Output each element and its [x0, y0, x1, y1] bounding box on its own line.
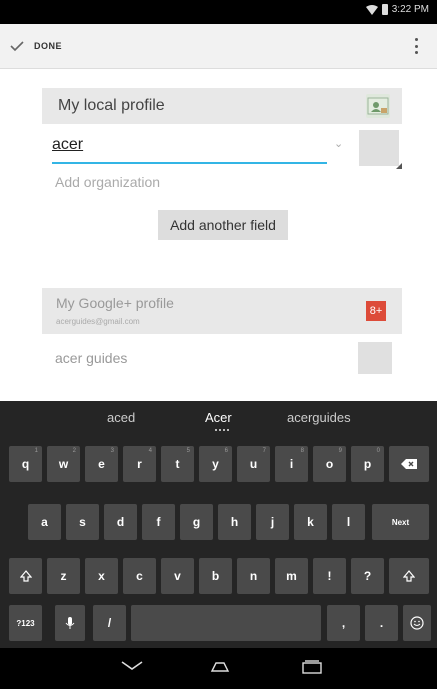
home-icon[interactable]: [210, 662, 230, 672]
battery-icon: [381, 4, 388, 15]
name-field-row: [42, 132, 327, 164]
key-i[interactable]: i8: [275, 446, 308, 482]
slash-key[interactable]: /: [93, 605, 126, 641]
shift-icon: [403, 570, 415, 582]
period-key[interactable]: .: [365, 605, 398, 641]
photo-corner-icon: [396, 163, 402, 169]
key-y[interactable]: y6: [199, 446, 232, 482]
second-account-photo[interactable]: [358, 342, 392, 374]
done-button[interactable]: DONE: [10, 24, 62, 68]
key-x[interactable]: x: [85, 558, 118, 594]
key-r[interactable]: r4: [123, 446, 156, 482]
expand-name-chevron-icon[interactable]: ⌄: [334, 137, 344, 150]
key-e[interactable]: e3: [85, 446, 118, 482]
key-l[interactable]: l: [332, 504, 365, 540]
more-suggestions-indicator: [215, 429, 229, 433]
suggestion-left[interactable]: aced: [107, 410, 135, 425]
symbols-key[interactable]: ?123: [9, 605, 42, 641]
name-field[interactable]: [52, 136, 322, 154]
google-profile-header: My Google+ profile acerguides@gmail.com …: [42, 288, 402, 334]
local-profile-header: My local profile: [42, 88, 402, 124]
check-icon: [10, 41, 24, 52]
navigation-bar: [0, 648, 437, 689]
shift-icon: [19, 570, 32, 582]
key-k[interactable]: k: [294, 504, 327, 540]
key-z[interactable]: z: [47, 558, 80, 594]
key-t[interactable]: t5: [161, 446, 194, 482]
back-chevron-icon[interactable]: [120, 660, 144, 672]
comma-key[interactable]: ,: [327, 605, 360, 641]
mic-key[interactable]: [55, 605, 85, 641]
mic-icon: [65, 617, 75, 629]
backspace-key[interactable]: [389, 446, 429, 482]
key-f[interactable]: f: [142, 504, 175, 540]
google-plus-icon: 8+: [366, 301, 386, 321]
next-key[interactable]: Next: [372, 504, 429, 540]
contact-photo-button[interactable]: [359, 130, 402, 169]
key-m[interactable]: m: [275, 558, 308, 594]
key-g[interactable]: g: [180, 504, 213, 540]
shift-key-left[interactable]: [9, 558, 42, 594]
edit-contact-screen: DONE My local profile ⌄ Add organization…: [0, 24, 437, 401]
done-label: DONE: [34, 41, 63, 51]
emoji-icon: [410, 616, 424, 630]
suggestion-strip: aced Acer acerguides: [0, 401, 437, 437]
overflow-menu-icon[interactable]: [415, 38, 419, 54]
suggestion-middle[interactable]: Acer: [205, 410, 232, 425]
key-w[interactable]: w2: [47, 446, 80, 482]
status-indicators: 3:22 PM: [365, 4, 429, 15]
key-question[interactable]: ?: [351, 558, 384, 594]
key-s[interactable]: s: [66, 504, 99, 540]
contact-card-icon: [366, 94, 390, 118]
key-a[interactable]: a: [28, 504, 61, 540]
add-another-field-button[interactable]: Add another field: [158, 210, 288, 240]
status-time: 3:22 PM: [391, 4, 429, 15]
google-profile-email: acerguides@gmail.com: [56, 317, 140, 326]
soft-keyboard: aced Acer acerguides q1 w2 e3 r4 t5 y6 u…: [0, 401, 437, 648]
second-account-name: acer guides: [55, 350, 128, 366]
key-h[interactable]: h: [218, 504, 251, 540]
recent-apps-icon[interactable]: [302, 660, 322, 674]
add-organization-link[interactable]: Add organization: [55, 174, 160, 190]
key-u[interactable]: u7: [237, 446, 270, 482]
key-c[interactable]: c: [123, 558, 156, 594]
key-b[interactable]: b: [199, 558, 232, 594]
key-q[interactable]: q1: [9, 446, 42, 482]
key-v[interactable]: v: [161, 558, 194, 594]
key-d[interactable]: d: [104, 504, 137, 540]
google-profile-title: My Google+ profile: [56, 295, 174, 311]
key-j[interactable]: j: [256, 504, 289, 540]
status-bar: 3:22 PM: [0, 0, 437, 24]
key-p[interactable]: p0: [351, 446, 384, 482]
action-bar: DONE: [0, 24, 437, 69]
key-n[interactable]: n: [237, 558, 270, 594]
key-exclamation[interactable]: !: [313, 558, 346, 594]
wifi-icon: [365, 4, 378, 15]
local-profile-title: My local profile: [58, 97, 165, 114]
space-key[interactable]: [131, 605, 321, 641]
suggestion-right[interactable]: acerguides: [287, 410, 351, 425]
backspace-icon: [401, 459, 417, 469]
emoji-key[interactable]: [403, 605, 431, 641]
shift-key-right[interactable]: [389, 558, 429, 594]
key-o[interactable]: o9: [313, 446, 346, 482]
name-field-underline: [52, 162, 327, 164]
